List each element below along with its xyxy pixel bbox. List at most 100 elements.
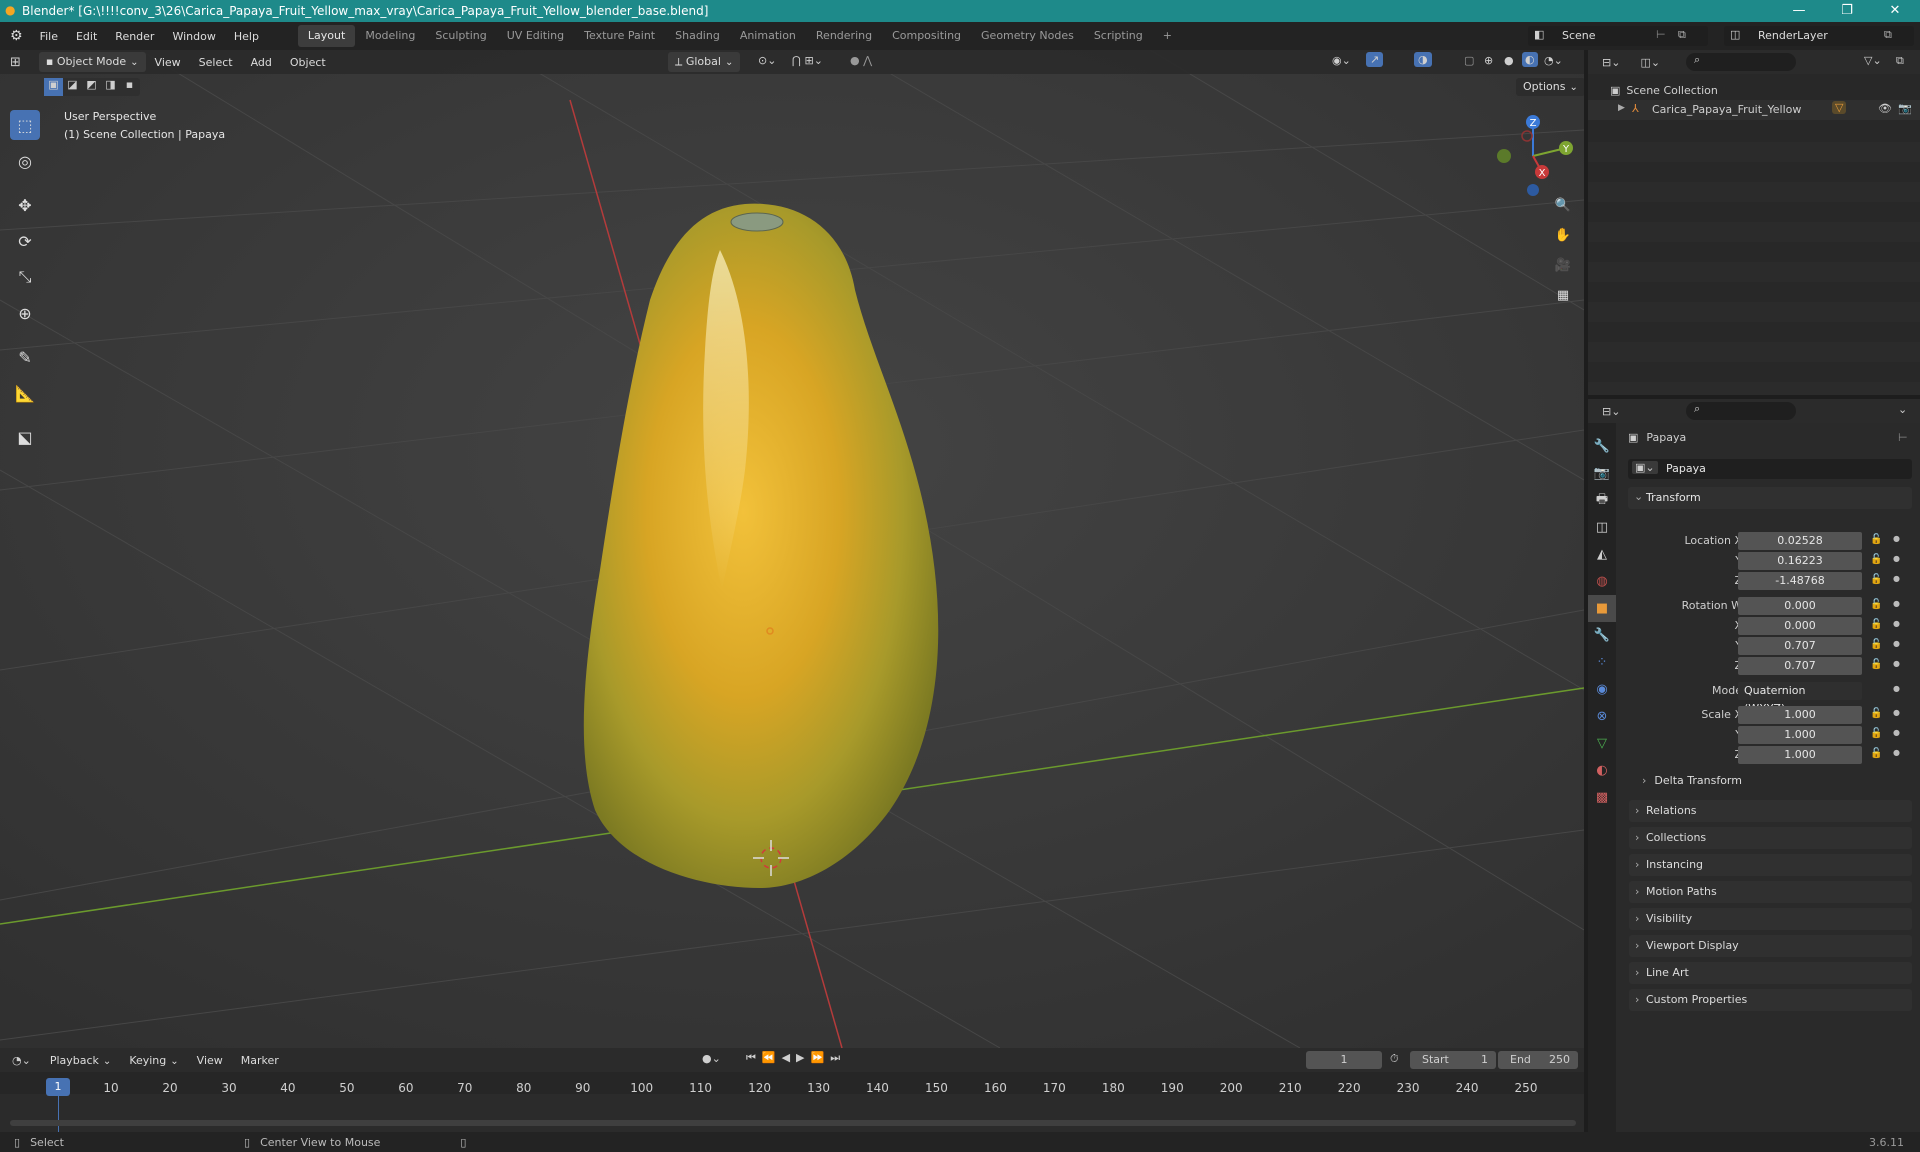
options-dropdown[interactable]: Options: [1516, 78, 1584, 96]
ortho-grid-icon[interactable]: ▦: [1550, 282, 1576, 308]
menu-edit[interactable]: Edit: [67, 30, 106, 43]
scene-selector[interactable]: ◧ Scene ⊢ ⧉: [1528, 26, 1708, 46]
lock-icon[interactable]: 🔓: [1870, 574, 1882, 585]
rendered-shading-icon[interactable]: ◔⌄: [1544, 54, 1563, 67]
scale-z-field[interactable]: 1.000: [1738, 746, 1862, 764]
keyframe-dot-icon[interactable]: ●: [1893, 659, 1900, 668]
panel-line-art[interactable]: Line Art: [1629, 962, 1912, 984]
editor-type-icon[interactable]: ⊞: [10, 55, 21, 70]
maximize-button[interactable]: ❐: [1824, 0, 1870, 22]
gizmo-neg-z-axis[interactable]: [1527, 184, 1539, 196]
keyframe-dot-icon[interactable]: ●: [1893, 708, 1900, 717]
wireframe-shading-icon[interactable]: ⊕: [1484, 54, 1493, 67]
object-type-icon[interactable]: ▣⌄: [1632, 461, 1658, 474]
navigation-gizmo[interactable]: Z Y X: [1490, 110, 1576, 202]
lock-icon[interactable]: 🔓: [1870, 599, 1882, 610]
measure-tool-icon[interactable]: 📐: [10, 378, 40, 408]
overlay-toggle-icon[interactable]: ◑: [1414, 52, 1432, 67]
properties-editor-icon[interactable]: ⊟⌄: [1602, 405, 1620, 418]
scene-tab-icon[interactable]: ◭: [1588, 541, 1616, 568]
playback-controls[interactable]: ⏮⏪◀▶⏩⏭: [746, 1051, 846, 1065]
new-scene-icon[interactable]: ⧉: [1678, 28, 1686, 42]
rotation-mode-dropdown[interactable]: Quaternion (WXYZ): [1738, 682, 1862, 715]
modifier-icon[interactable]: ▽: [1832, 101, 1847, 114]
panel-collections[interactable]: Collections: [1629, 827, 1912, 849]
snap-icon[interactable]: ⋂ ⊞⌄: [792, 54, 823, 67]
select-new-icon[interactable]: ▣: [44, 78, 63, 96]
location-y-field[interactable]: 0.16223: [1738, 552, 1862, 570]
rotation-x-field[interactable]: 0.000: [1738, 617, 1862, 635]
world-tab-icon[interactable]: ◍: [1588, 568, 1616, 595]
scale-tool-icon[interactable]: ⤡: [10, 262, 40, 292]
panel-instancing[interactable]: Instancing: [1629, 854, 1912, 876]
transform-tool-icon[interactable]: ⊕: [10, 298, 40, 328]
data-tab-icon[interactable]: ▽: [1588, 730, 1616, 757]
tab-geometry-nodes[interactable]: Geometry Nodes: [971, 25, 1084, 47]
visibility-eye-icon[interactable]: 👁: [1878, 102, 1892, 115]
output-tab-icon[interactable]: 🖶: [1588, 487, 1616, 514]
properties-options-icon[interactable]: ⌄: [1898, 403, 1907, 416]
solid-shading-icon[interactable]: ●: [1504, 54, 1514, 67]
texture-tab-icon[interactable]: ▩: [1588, 784, 1616, 811]
panel-viewport-display[interactable]: Viewport Display: [1629, 935, 1912, 957]
keyframe-dot-icon[interactable]: ●: [1893, 534, 1900, 543]
tab-uv-editing[interactable]: UV Editing: [497, 25, 574, 47]
lock-icon[interactable]: 🔓: [1870, 534, 1882, 545]
orientation-selector[interactable]: ⟂ Global: [668, 52, 741, 72]
visibility-icon[interactable]: ◉⌄: [1332, 54, 1351, 67]
select-invert-icon[interactable]: ◨: [101, 78, 120, 96]
menu-render[interactable]: Render: [106, 30, 163, 43]
tool-tab-icon[interactable]: 🔧: [1588, 433, 1616, 460]
zoom-icon[interactable]: 🔍: [1550, 192, 1576, 218]
timeline-editor-icon[interactable]: ◔⌄: [12, 1054, 31, 1067]
material-shading-icon[interactable]: ◐: [1522, 52, 1538, 67]
scale-x-field[interactable]: 1.000: [1738, 706, 1862, 724]
rotation-z-field[interactable]: 0.707: [1738, 657, 1862, 675]
current-frame-field[interactable]: 1: [1306, 1051, 1382, 1069]
render-tab-icon[interactable]: 📷: [1588, 460, 1616, 487]
pivot-icon[interactable]: ⊙⌄: [758, 54, 776, 67]
menu-keying[interactable]: Keying: [120, 1054, 187, 1067]
tab-rendering[interactable]: Rendering: [806, 25, 882, 47]
blender-menu-icon[interactable]: ⚙: [0, 28, 31, 44]
add-cube-tool-icon[interactable]: ⬕: [10, 422, 40, 452]
view-layer-selector[interactable]: ◫ RenderLayer ⧉: [1724, 26, 1914, 46]
new-collection-icon[interactable]: ⧉: [1896, 54, 1904, 68]
menu-timeline-view[interactable]: View: [188, 1054, 232, 1067]
select-intersect-icon[interactable]: ▪: [120, 78, 139, 96]
keyframe-dot-icon[interactable]: ●: [1893, 554, 1900, 563]
pin-icon[interactable]: ⊢: [1656, 28, 1666, 41]
select-extend-icon[interactable]: ◪: [63, 78, 82, 96]
location-z-field[interactable]: -1.48768: [1738, 572, 1862, 590]
lock-icon[interactable]: 🔓: [1870, 639, 1882, 650]
xray-icon[interactable]: ▢: [1464, 54, 1474, 67]
keyframe-dot-icon[interactable]: ●: [1893, 639, 1900, 648]
pin-icon[interactable]: ⊢: [1898, 431, 1908, 444]
delta-transform-subpanel[interactable]: › Delta Transform: [1642, 774, 1742, 787]
particles-tab-icon[interactable]: ⁘: [1588, 649, 1616, 676]
menu-playback[interactable]: Playback: [41, 1054, 120, 1067]
preview-range-icon[interactable]: ⏱: [1390, 1052, 1399, 1066]
outliner-search-input[interactable]: ⌕: [1686, 53, 1796, 71]
proportional-edit-icon[interactable]: ● ⋀: [850, 54, 872, 67]
physics-tab-icon[interactable]: ◉: [1588, 676, 1616, 703]
tab-compositing[interactable]: Compositing: [882, 25, 971, 47]
select-box-tool-icon[interactable]: ⬚: [10, 110, 40, 140]
menu-add[interactable]: Add: [242, 56, 281, 69]
pan-hand-icon[interactable]: ✋: [1550, 222, 1576, 248]
annotate-tool-icon[interactable]: ✎: [10, 342, 40, 372]
keyframe-dot-icon[interactable]: ●: [1893, 728, 1900, 737]
modifier-tab-icon[interactable]: 🔧: [1588, 622, 1616, 649]
location-x-field[interactable]: 0.02528: [1738, 532, 1862, 550]
tab-sculpting[interactable]: Sculpting: [425, 25, 496, 47]
render-camera-icon[interactable]: 📷: [1898, 102, 1912, 115]
constraints-tab-icon[interactable]: ⊗: [1588, 703, 1616, 730]
gizmo-neg-x-axis[interactable]: [1521, 130, 1533, 142]
display-mode-icon[interactable]: ◫⌄: [1640, 56, 1660, 69]
cursor-tool-icon[interactable]: ◎: [10, 146, 40, 176]
keyframe-dot-icon[interactable]: ●: [1893, 684, 1900, 693]
camera-view-icon[interactable]: 🎥: [1550, 252, 1576, 278]
menu-object[interactable]: Object: [281, 56, 335, 69]
mode-selector[interactable]: ▪ Object Mode: [38, 52, 146, 72]
tab-scripting[interactable]: Scripting: [1084, 25, 1153, 47]
